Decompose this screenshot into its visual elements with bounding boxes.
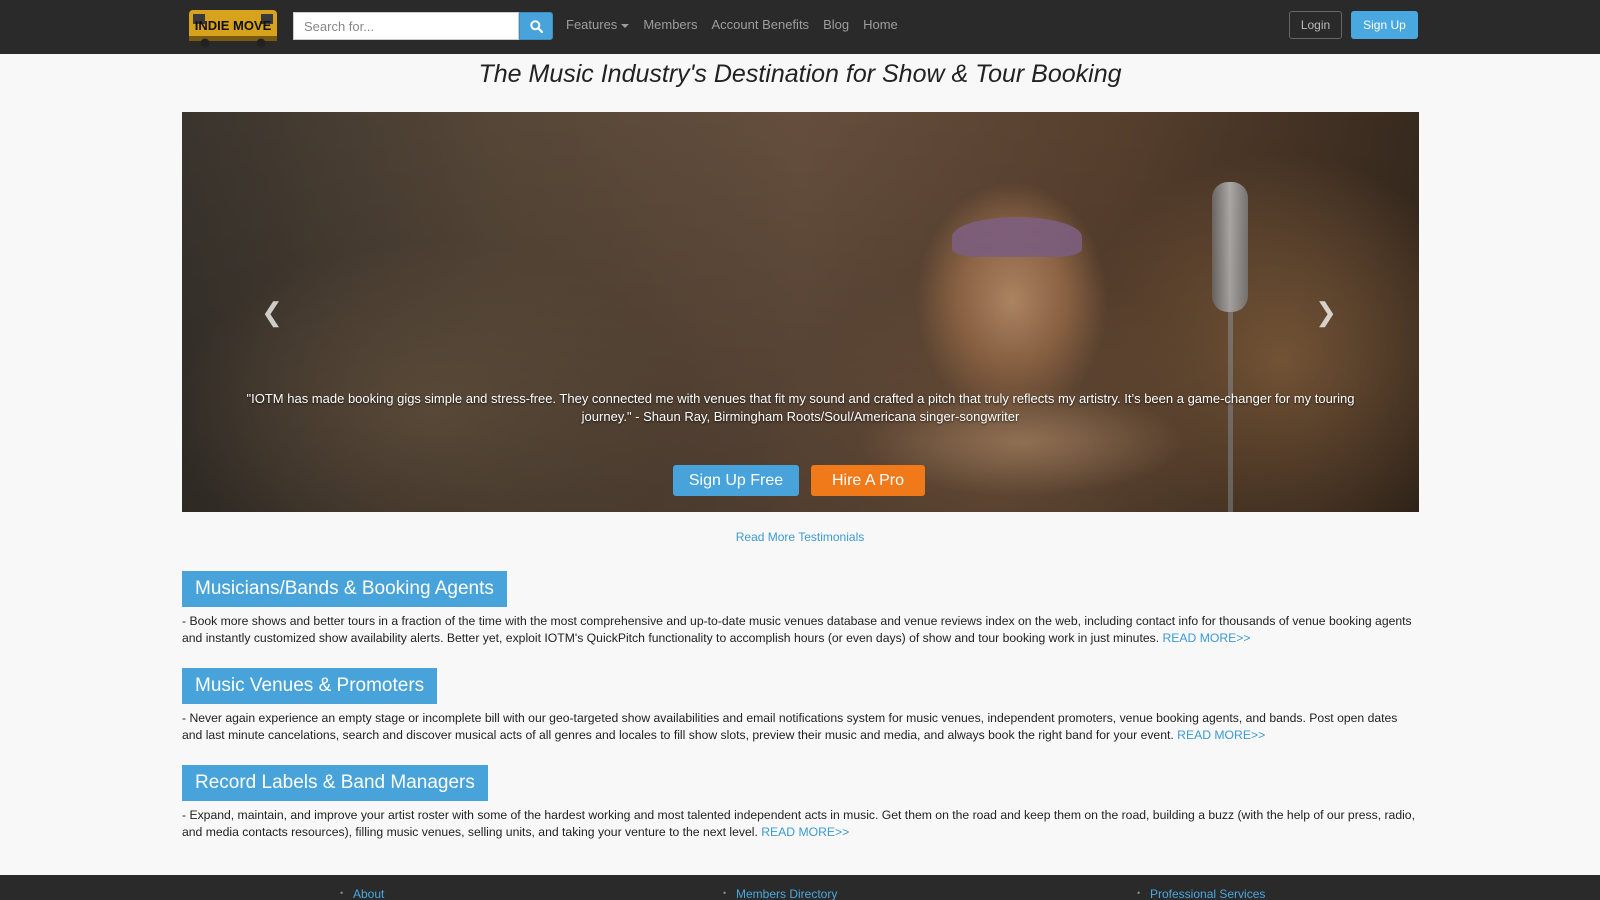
chevron-right-icon: ❯ xyxy=(1315,296,1337,327)
footer-link-professional-services[interactable]: Professional Services xyxy=(1137,887,1265,900)
sign-up-free-button[interactable]: Sign Up Free xyxy=(673,465,799,496)
top-navbar: INDIE MOVE Features Members Account Bene… xyxy=(0,0,1600,54)
nav-features-dropdown[interactable]: Features xyxy=(566,17,630,32)
section-title-musicians: Musicians/Bands & Booking Agents xyxy=(182,571,507,607)
read-more-testimonials-link[interactable]: Read More Testimonials xyxy=(0,530,1600,544)
nav-features-label: Features xyxy=(566,17,618,32)
nav-members[interactable]: Members xyxy=(643,17,697,32)
section-text-venues: - Never again experience an empty stage … xyxy=(182,710,1419,744)
page-headline: The Music Industry's Destination for Sho… xyxy=(478,60,1122,88)
chevron-left-icon: ❮ xyxy=(261,296,283,327)
main-nav: Features Members Account Benefits Blog H… xyxy=(566,17,912,32)
carousel-prev-button[interactable]: ❮ xyxy=(252,292,292,332)
signup-button[interactable]: Sign Up xyxy=(1351,11,1418,39)
read-more-labels-link[interactable]: READ MORE>> xyxy=(761,825,849,839)
indie-on-the-move-logo[interactable]: INDIE MOVE xyxy=(187,6,281,48)
svg-text:INDIE MOVE: INDIE MOVE xyxy=(195,18,272,33)
footer-link-about[interactable]: About xyxy=(340,887,385,900)
section-text-musicians: - Book more shows and better tours in a … xyxy=(182,613,1419,647)
hire-a-pro-button[interactable]: Hire A Pro xyxy=(811,465,925,496)
carousel-overlay xyxy=(182,112,1419,512)
nav-blog[interactable]: Blog xyxy=(823,17,849,32)
footer-link-members-directory[interactable]: Members Directory xyxy=(723,887,837,900)
read-more-venues-link[interactable]: READ MORE>> xyxy=(1177,728,1265,742)
testimonial-quote: "IOTM has made booking gigs simple and s… xyxy=(246,391,1355,424)
search-button[interactable] xyxy=(519,12,553,40)
read-more-musicians-link[interactable]: READ MORE>> xyxy=(1162,631,1250,645)
section-text-labels: - Expand, maintain, and improve your art… xyxy=(182,807,1419,841)
testimonial-carousel: ❮ ❯ "IOTM has made booking gigs simple a… xyxy=(182,112,1419,512)
nav-account-benefits[interactable]: Account Benefits xyxy=(712,17,810,32)
nav-home[interactable]: Home xyxy=(863,17,898,32)
section-title-labels: Record Labels & Band Managers xyxy=(182,765,488,801)
footer: About Members Directory Professional Ser… xyxy=(0,875,1600,900)
caret-down-icon xyxy=(621,23,630,28)
carousel-next-button[interactable]: ❯ xyxy=(1306,292,1346,332)
section-title-venues: Music Venues & Promoters xyxy=(182,668,438,704)
search-icon xyxy=(529,19,543,33)
login-button[interactable]: Login xyxy=(1289,11,1342,39)
search-input[interactable] xyxy=(293,12,519,40)
